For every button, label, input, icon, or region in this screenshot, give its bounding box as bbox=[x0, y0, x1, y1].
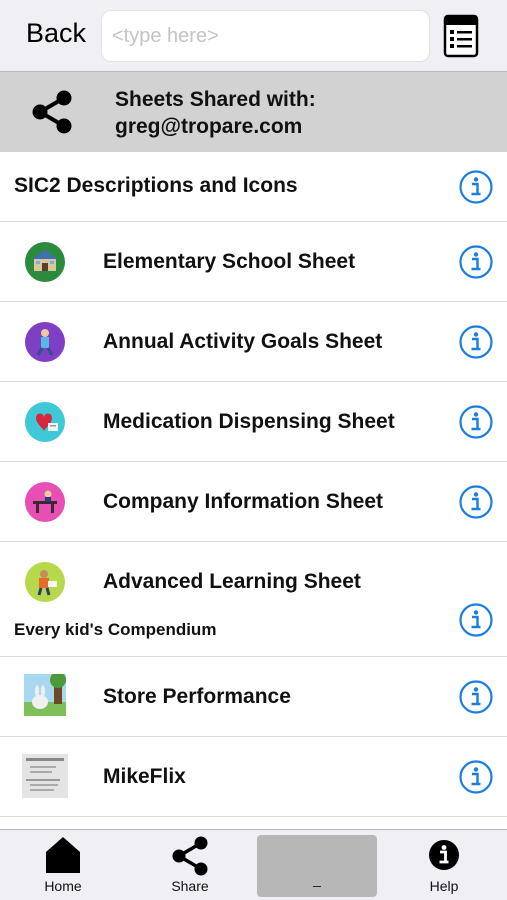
info-icon[interactable] bbox=[459, 325, 493, 359]
search-input[interactable] bbox=[102, 11, 429, 61]
list-group-row[interactable]: SIC2 Descriptions and Icons bbox=[0, 152, 507, 222]
info-icon[interactable] bbox=[459, 405, 493, 439]
list-item-label: Elementary School Sheet bbox=[103, 250, 356, 273]
activity-thumbnail bbox=[25, 322, 65, 362]
section-label: Every kid's Compendium bbox=[14, 620, 217, 639]
store-thumbnail bbox=[24, 674, 66, 716]
medication-thumbnail bbox=[25, 402, 65, 442]
tab-home[interactable]: Home bbox=[23, 830, 103, 900]
list-item-label: Store Performance bbox=[103, 685, 291, 708]
list-item[interactable]: Annual Activity Goals Sheet bbox=[0, 302, 507, 382]
sheet-list: SIC2 Descriptions and Icons Elementary S… bbox=[0, 152, 507, 829]
tab-home-label: Home bbox=[44, 878, 82, 894]
company-thumbnail bbox=[25, 482, 65, 522]
list-item-label: MikeFlix bbox=[103, 765, 186, 788]
list-item-label: Company Information Sheet bbox=[103, 490, 384, 513]
list-item[interactable]: Advanced Learning Sheet Every kid's Comp… bbox=[0, 542, 507, 656]
tab-bar: Home Share _ Help bbox=[0, 829, 507, 900]
top-bar: Back bbox=[0, 0, 507, 72]
info-icon[interactable] bbox=[459, 603, 493, 637]
shared-with-header: Sheets Shared with: greg@tropare.com bbox=[0, 72, 507, 152]
share-icon bbox=[32, 90, 72, 134]
share-icon bbox=[172, 836, 208, 876]
info-icon[interactable] bbox=[459, 680, 493, 714]
list-item[interactable]: Elementary School Sheet bbox=[0, 222, 507, 302]
list-item[interactable]: Company Information Sheet bbox=[0, 462, 507, 542]
group-title: SIC2 Descriptions and Icons bbox=[14, 174, 298, 197]
info-icon[interactable] bbox=[459, 485, 493, 519]
list-item[interactable]: MikeFlix bbox=[0, 737, 507, 817]
list-item-label: Annual Activity Goals Sheet bbox=[103, 330, 383, 353]
info-icon[interactable] bbox=[459, 760, 493, 794]
list-item-label: Medication Dispensing Sheet bbox=[103, 410, 395, 433]
info-filled-icon bbox=[429, 840, 459, 870]
tab-blank[interactable]: _ bbox=[257, 835, 377, 897]
shared-with-text: Sheets Shared with: greg@tropare.com bbox=[115, 86, 316, 140]
shared-with-label: Sheets Shared with: bbox=[115, 88, 316, 111]
info-icon[interactable] bbox=[459, 245, 493, 279]
info-icon[interactable] bbox=[459, 170, 493, 204]
back-button[interactable]: Back bbox=[26, 18, 86, 49]
search-field[interactable] bbox=[101, 10, 430, 62]
tab-help[interactable]: Help bbox=[404, 830, 484, 900]
list-item-label: Advanced Learning Sheet bbox=[103, 570, 361, 593]
home-icon bbox=[46, 837, 80, 873]
tab-share[interactable]: Share bbox=[150, 830, 230, 900]
list-item[interactable]: Medication Dispensing Sheet bbox=[0, 382, 507, 462]
learning-thumbnail bbox=[25, 562, 65, 602]
shared-with-email: greg@tropare.com bbox=[115, 115, 303, 138]
mikeflix-thumbnail bbox=[22, 754, 68, 798]
tab-help-label: Help bbox=[429, 878, 459, 894]
spreadsheet-list-icon[interactable] bbox=[443, 14, 479, 58]
tab-share-label: Share bbox=[171, 878, 209, 894]
list-item[interactable]: Store Performance bbox=[0, 657, 507, 737]
school-thumbnail bbox=[25, 242, 65, 282]
tab-blank-label: _ bbox=[313, 871, 321, 887]
